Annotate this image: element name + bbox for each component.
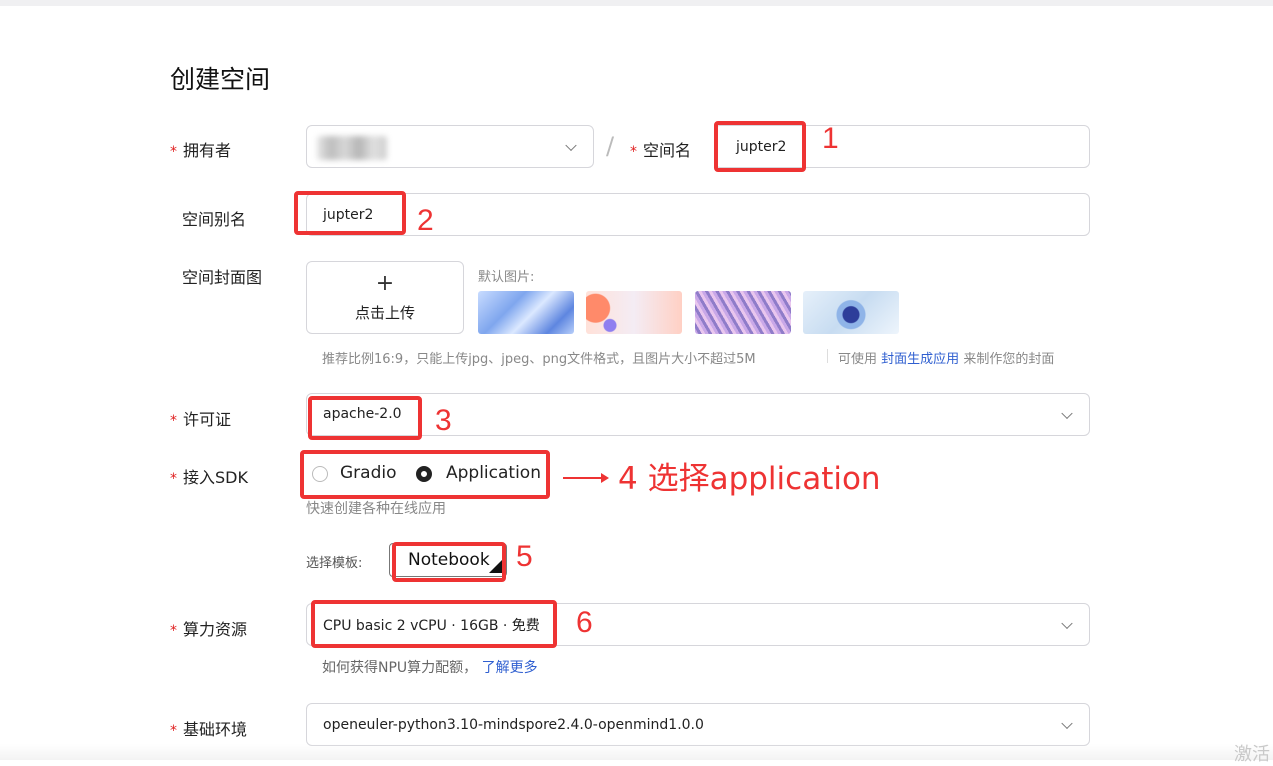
default-images-label: 默认图片: xyxy=(478,270,535,285)
space-name-label-text: 空间名 xyxy=(643,141,692,160)
annotation-number-2: 2 xyxy=(417,204,434,237)
base-env-label-text: 基础环境 xyxy=(183,720,248,739)
owner-label: * 拥有者 xyxy=(170,137,231,161)
annotation-number-3: 3 xyxy=(435,404,452,437)
space-name-value: jupter2 xyxy=(736,138,787,155)
page-title: 创建空间 xyxy=(170,65,271,94)
learn-more-link[interactable]: 了解更多 xyxy=(482,660,538,676)
dropdown-corner-icon xyxy=(489,559,503,573)
cover-app-prefix: 可使用 xyxy=(838,352,878,367)
top-bar xyxy=(0,0,1273,6)
npu-hint: 如何获得NPU算力配额， 了解更多 xyxy=(322,657,538,677)
required-mark: * xyxy=(170,623,177,639)
required-mark: * xyxy=(630,144,637,160)
chevron-down-icon xyxy=(1061,717,1073,729)
base-env-select[interactable]: openeuler-python3.10-mindspore2.4.0-open… xyxy=(306,703,1090,746)
application-option-label[interactable]: Application xyxy=(446,463,541,483)
cover-app-hint: 可使用 封面生成应用 来制作您的封面 xyxy=(838,348,1054,367)
path-separator: / xyxy=(606,132,615,160)
annotation-arrow xyxy=(563,473,609,483)
upload-label: 点击上传 xyxy=(354,304,415,322)
cover-hint: 推荐比例16:9，只能上传jpg、jpeg、png文件格式，且图片大小不超过5M xyxy=(322,352,756,367)
sdk-label-text: 接入SDK xyxy=(183,468,248,487)
plus-icon: + xyxy=(375,271,395,296)
cover-label: 空间封面图 xyxy=(182,268,263,287)
owner-label-text: 拥有者 xyxy=(183,141,232,160)
required-mark: * xyxy=(170,471,177,487)
annotation-number-5: 5 xyxy=(516,540,533,573)
compute-select[interactable]: CPU basic 2 vCPU · 16GB · 免费 xyxy=(306,603,1090,646)
cover-app-suffix: 来制作您的封面 xyxy=(963,352,1055,367)
space-name-label: * 空间名 xyxy=(630,137,691,161)
license-label-text: 许可证 xyxy=(183,410,232,429)
chevron-down-icon xyxy=(565,139,577,151)
chevron-down-icon xyxy=(1061,407,1073,419)
application-radio[interactable] xyxy=(416,466,432,482)
cover-generator-link[interactable]: 封面生成应用 xyxy=(881,352,959,367)
annotation-note-4: 4 选择application xyxy=(618,461,881,497)
npu-hint-text: 如何获得NPU算力配额， xyxy=(322,660,478,676)
template-label: 选择模板: xyxy=(306,556,363,571)
template-select[interactable]: Notebook xyxy=(389,543,507,577)
gradio-option-label[interactable]: Gradio xyxy=(340,463,397,483)
annotation-number-6: 6 xyxy=(576,606,593,639)
sdk-label: * 接入SDK xyxy=(170,464,248,488)
upload-cover-button[interactable]: + 点击上传 xyxy=(306,261,464,334)
activation-watermark: 激活 xyxy=(1234,744,1270,765)
license-label: * 许可证 xyxy=(170,406,231,430)
base-env-value: openeuler-python3.10-mindspore2.4.0-open… xyxy=(323,716,704,733)
owner-select[interactable] xyxy=(306,125,594,168)
default-cover-2[interactable] xyxy=(586,291,682,334)
alias-label: 空间别名 xyxy=(182,210,247,229)
template-value: Notebook xyxy=(408,550,490,570)
chevron-down-icon xyxy=(1061,617,1073,629)
bottom-fade xyxy=(0,744,1273,760)
annotation-number-1: 1 xyxy=(822,122,839,155)
alias-value: jupter2 xyxy=(323,206,374,223)
license-value: apache-2.0 xyxy=(323,406,402,422)
space-name-input[interactable]: jupter2 xyxy=(714,125,1090,168)
license-select[interactable]: apache-2.0 xyxy=(306,393,1090,436)
compute-label-text: 算力资源 xyxy=(183,620,248,639)
compute-value: CPU basic 2 vCPU · 16GB · 免费 xyxy=(323,618,540,634)
gradio-radio[interactable] xyxy=(312,466,328,482)
required-mark: * xyxy=(170,144,177,160)
required-mark: * xyxy=(170,723,177,739)
default-cover-4[interactable] xyxy=(803,291,899,334)
base-env-label: * 基础环境 xyxy=(170,716,247,740)
required-mark: * xyxy=(170,413,177,429)
default-cover-3[interactable] xyxy=(695,291,791,334)
compute-label: * 算力资源 xyxy=(170,616,247,640)
hint-divider xyxy=(827,349,828,363)
sdk-hint: 快速创建各种在线应用 xyxy=(306,501,446,517)
default-cover-1[interactable] xyxy=(478,291,574,334)
owner-value-blurred xyxy=(317,136,387,160)
